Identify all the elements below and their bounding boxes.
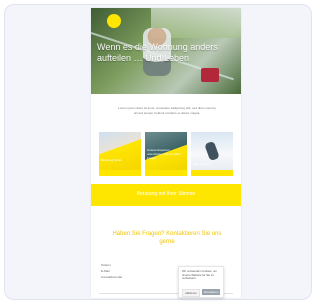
contact-item-3[interactable]: Kontaktformular	[101, 274, 141, 280]
tile-2-bar	[145, 170, 187, 176]
hero-title: Wenn es die Wohnung anders aufteilen … U…	[97, 42, 218, 63]
hero-image: Wenn es die Wohnung anders aufteilen … U…	[91, 8, 241, 94]
tile-3-bar	[191, 170, 233, 176]
tile-1-bar	[99, 170, 141, 176]
cookie-accept-button[interactable]: Akzeptieren	[202, 289, 220, 295]
cookie-text: Wir verwenden Cookies, um unsere Website…	[182, 269, 217, 281]
hero-red-chair	[201, 68, 219, 82]
intro-text: Lorem ipsum dolor sit amet, consetetur s…	[118, 106, 216, 115]
tile-3[interactable]: Aktiv werden	[191, 132, 233, 176]
cookie-buttons: Ablehnen Akzeptieren	[182, 289, 220, 297]
cookie-decline-button[interactable]: Ablehnen	[182, 289, 200, 297]
banner-text: Beratung mit Ihrer Stimme	[136, 191, 196, 197]
banner[interactable]: Beratung mit Ihrer Stimme	[91, 184, 241, 206]
contact-list: Telefon E-Mail Kontaktformular	[101, 262, 141, 280]
section-heading: Haben Sie Fragen? Kontaktieren Sie uns g…	[112, 231, 222, 245]
website-preview: Wenn es die Wohnung anders aufteilen … U…	[91, 8, 241, 298]
cookie-banner: Wir verwenden Cookies, um unsere Website…	[178, 266, 224, 298]
tile-1-label: Beratung finden	[101, 158, 123, 162]
tile-2[interactable]: Unsere Experten unterstützen Sie bei all…	[145, 132, 187, 176]
tile-3-label: Aktiv werden	[193, 162, 211, 166]
tile-2-label: Unsere Experten unterstützen Sie bei all…	[147, 148, 181, 160]
tile-1[interactable]: Beratung finden	[99, 132, 141, 176]
tile-1-image	[99, 132, 141, 172]
logo-dot-icon[interactable]	[107, 14, 121, 28]
